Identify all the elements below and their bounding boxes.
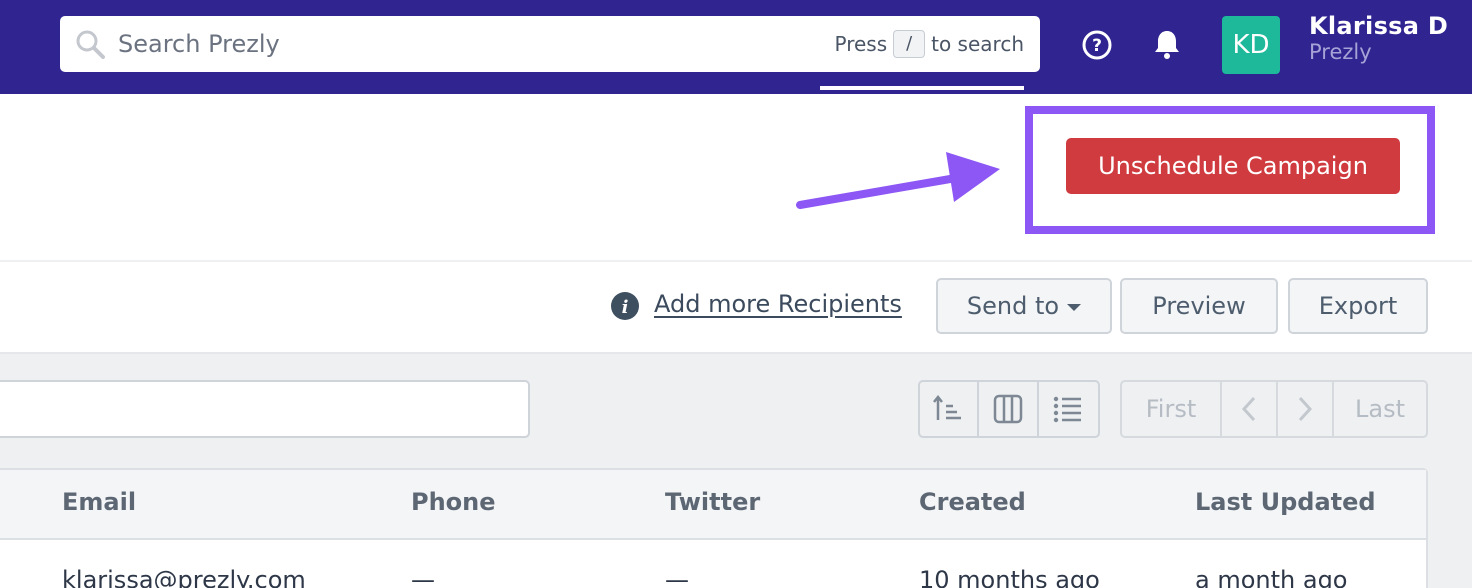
search-shortcut-hint: Press / to search: [834, 30, 1024, 58]
column-header-email[interactable]: Email: [62, 488, 136, 516]
caret-down-icon: [1067, 303, 1082, 311]
recipients-table: Email Phone Twitter Created Last Updated…: [0, 468, 1428, 588]
user-name[interactable]: Klarissa D: [1309, 12, 1448, 40]
cell-twitter: —: [665, 566, 689, 588]
bell-icon[interactable]: [1153, 28, 1181, 60]
column-header-last-updated[interactable]: Last Updated: [1195, 488, 1376, 516]
pagination: First Last: [1120, 380, 1428, 438]
chevron-left-icon[interactable]: [1222, 382, 1278, 436]
top-navigation-bar: Press / to search ? KD Klarissa D Prezly: [0, 0, 1472, 94]
search-icon: [76, 30, 105, 59]
cell-phone: —: [411, 566, 435, 588]
column-header-phone[interactable]: Phone: [411, 488, 496, 516]
column-header-twitter[interactable]: Twitter: [665, 488, 760, 516]
export-button[interactable]: Export: [1288, 278, 1428, 334]
search-input[interactable]: [118, 16, 818, 72]
chevron-right-icon[interactable]: [1278, 382, 1334, 436]
svg-text:?: ?: [1092, 36, 1102, 56]
annotation-arrow-icon: [796, 152, 1000, 209]
shortcut-key: /: [893, 30, 926, 58]
cell-email: klarissa@prezly.com: [62, 566, 306, 588]
cell-last-updated: a month ago: [1195, 566, 1348, 588]
question-circle-icon[interactable]: ?: [1081, 29, 1113, 61]
filter-input[interactable]: [0, 380, 530, 438]
hint-prefix: Press: [834, 32, 888, 56]
preview-button[interactable]: Preview: [1120, 278, 1278, 334]
send-to-dropdown-button[interactable]: Send to: [936, 278, 1112, 334]
info-icon: i: [611, 292, 639, 320]
unschedule-campaign-button[interactable]: Unschedule Campaign: [1066, 138, 1400, 194]
svg-text:i: i: [622, 297, 629, 318]
sort-icon[interactable]: [920, 382, 980, 436]
list-icon[interactable]: [1039, 382, 1098, 436]
add-more-recipients-link[interactable]: Add more Recipients: [654, 290, 902, 318]
columns-icon[interactable]: [979, 382, 1039, 436]
global-search[interactable]: Press / to search: [60, 16, 1040, 90]
view-controls: [918, 380, 1100, 438]
avatar[interactable]: KD: [1222, 16, 1280, 74]
send-to-label: Send to: [966, 292, 1060, 320]
table-header: Email Phone Twitter Created Last Updated: [0, 470, 1426, 540]
hint-suffix: to search: [931, 32, 1024, 56]
last-page-button[interactable]: Last: [1334, 382, 1426, 436]
first-page-button[interactable]: First: [1122, 382, 1222, 436]
column-header-created[interactable]: Created: [919, 488, 1026, 516]
cell-created: 10 months ago: [919, 566, 1100, 588]
hint-underline: [820, 86, 1024, 90]
user-organization: Prezly: [1309, 40, 1372, 64]
